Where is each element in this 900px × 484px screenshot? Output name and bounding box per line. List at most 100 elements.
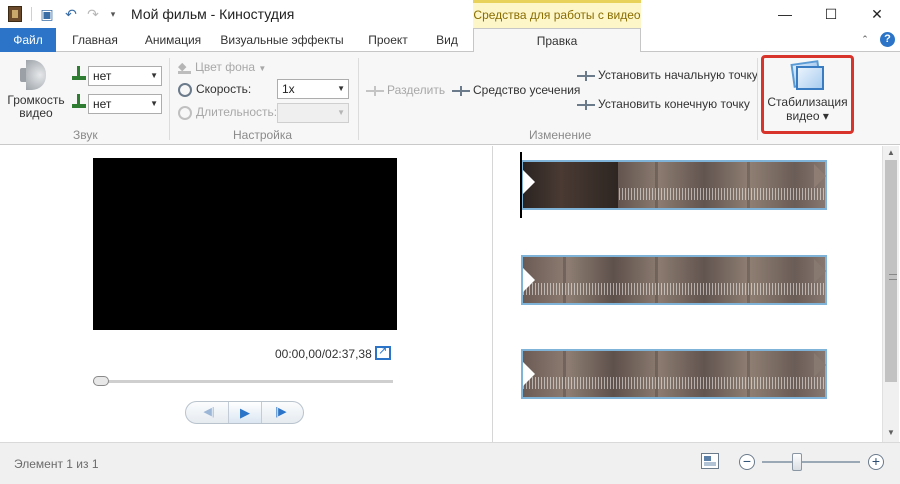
scroll-grip: [889, 274, 897, 280]
duration-label-row: Длительность:: [178, 105, 277, 120]
seek-bar[interactable]: [93, 380, 393, 383]
title-bar: ▣ ↶ ↷ ▾ Мой фильм - Киностудия Средства …: [0, 0, 900, 28]
maximize-button[interactable]: ☐: [808, 0, 854, 28]
minimize-button[interactable]: —: [762, 0, 808, 28]
video-stabilization-label-line1: Стабилизация: [767, 95, 848, 109]
trim-tool-button[interactable]: Средство усечения: [452, 83, 580, 97]
trim-tool-label: Средство усечения: [473, 83, 581, 97]
split-button: Разделить: [366, 83, 445, 97]
group-label-adjust: Настройка: [233, 128, 293, 142]
chevron-down-icon: ▼: [150, 71, 158, 80]
collapse-ribbon-button[interactable]: ⌃: [860, 34, 870, 44]
movie-maker-app-icon[interactable]: [8, 6, 22, 22]
group-label-sound: Звук: [73, 128, 98, 142]
chevron-down-icon: ▼: [258, 64, 267, 73]
chevron-down-icon: ▼: [150, 99, 158, 108]
redo-icon[interactable]: ↷: [84, 5, 102, 23]
clip-end-notch: [814, 164, 826, 188]
speed-select[interactable]: 1x ▼: [277, 79, 349, 99]
split-icon: [366, 85, 384, 96]
clip-start-notch: [523, 268, 535, 292]
group-separator: [358, 58, 359, 140]
next-frame-button[interactable]: |▶: [264, 402, 298, 423]
tab-edit[interactable]: Правка: [473, 28, 641, 53]
clip-start-notch: [523, 170, 535, 194]
chevron-down-icon: ▼: [337, 84, 345, 93]
scroll-up-arrow[interactable]: ▲: [883, 148, 899, 157]
selected-clip-first-frame: [523, 162, 618, 208]
play-button[interactable]: ▶: [228, 402, 262, 423]
video-preview[interactable]: [93, 158, 397, 330]
end-point-icon: [577, 99, 595, 110]
close-button[interactable]: ✕: [854, 0, 900, 28]
zoom-slider-track[interactable]: [762, 461, 860, 463]
ribbon-tab-row: Файл Главная Анимация Визуальные эффекты…: [0, 28, 900, 53]
fullscreen-preview-icon[interactable]: [375, 344, 391, 360]
tab-project[interactable]: Проект: [354, 28, 422, 52]
clip-start-notch: [523, 362, 535, 386]
stopwatch-icon: [178, 105, 192, 120]
duration-select: ▼: [277, 103, 349, 123]
tab-home[interactable]: Главная: [60, 28, 130, 52]
set-start-point-label: Установить начальную точку: [598, 68, 758, 82]
speed-label: Скорость:: [196, 82, 252, 96]
timecode: 00:00,00/02:37,38: [275, 347, 372, 361]
speed-value: 1x: [282, 82, 295, 96]
fade-out-select[interactable]: нет ▼: [88, 94, 162, 114]
storyboard-view-icon[interactable]: [701, 453, 719, 469]
undo-icon[interactable]: ↶: [62, 5, 80, 23]
storyboard-clip[interactable]: [521, 255, 827, 305]
fade-out-icon: [72, 94, 86, 108]
tab-animation[interactable]: Анимация: [134, 28, 212, 52]
set-start-point-button[interactable]: Установить начальную точку: [577, 68, 758, 82]
video-tools-context-header: Средства для работы с видео: [473, 0, 641, 28]
save-icon[interactable]: ▣: [38, 5, 56, 23]
seek-thumb[interactable]: [93, 376, 109, 386]
status-text: Элемент 1 из 1: [14, 457, 99, 471]
scroll-thumb[interactable]: [885, 160, 897, 382]
chevron-down-icon: ▼: [337, 108, 345, 117]
clip-end-notch: [814, 259, 826, 283]
clip-end-notch: [814, 353, 826, 377]
speedometer-icon: [178, 82, 192, 97]
quick-access-separator: [31, 7, 32, 21]
fade-in-select[interactable]: нет ▼: [88, 66, 162, 86]
zoom-in-button[interactable]: +: [868, 454, 884, 470]
scroll-down-arrow[interactable]: ▼: [883, 428, 899, 437]
set-end-point-label: Установить конечную точку: [598, 97, 750, 111]
group-label-edit: Изменение: [529, 128, 592, 142]
background-color-button: ◆ Цвет фона ▼: [178, 60, 266, 74]
split-label: Разделить: [387, 83, 446, 97]
group-separator: [757, 58, 758, 140]
tab-view[interactable]: Вид: [426, 28, 468, 52]
previous-frame-button[interactable]: ◀|: [192, 402, 226, 423]
customize-quick-access-button[interactable]: ▾: [104, 5, 122, 23]
status-bar: Элемент 1 из 1 − +: [0, 442, 900, 484]
storyboard-scrollbar[interactable]: ▲ ▼: [882, 146, 899, 442]
paint-bucket-icon: ◆: [178, 61, 191, 74]
video-volume-button-label[interactable]: Громкость видео: [6, 94, 66, 120]
video-stabilization-button[interactable]: Стабилизация видео ▾: [764, 95, 851, 123]
window-title: Мой фильм - Киностудия: [131, 6, 295, 22]
speaker-cone: [26, 60, 46, 90]
duration-label: Длительность:: [196, 105, 278, 119]
speaker-icon[interactable]: [20, 60, 48, 92]
background-color-label: Цвет фона: [195, 60, 256, 74]
zoom-out-button[interactable]: −: [739, 454, 755, 470]
video-stabilization-icon[interactable]: [796, 66, 824, 90]
set-end-point-button[interactable]: Установить конечную точку: [577, 97, 750, 111]
video-stabilization-label-line2: видео ▾: [786, 109, 829, 123]
speed-label-row: Скорость:: [178, 82, 251, 97]
tab-file[interactable]: Файл: [0, 28, 56, 52]
fade-out-value: нет: [93, 97, 112, 111]
help-icon[interactable]: ?: [880, 32, 895, 47]
trim-icon: [452, 85, 470, 96]
group-separator: [169, 58, 170, 140]
start-point-icon: [577, 70, 595, 81]
tab-visual-effects[interactable]: Визуальные эффекты: [218, 28, 346, 52]
storyboard-clip[interactable]: [521, 349, 827, 399]
playhead[interactable]: [520, 152, 522, 218]
fade-in-icon: [72, 66, 86, 80]
fade-in-value: нет: [93, 69, 112, 83]
zoom-slider-thumb[interactable]: [792, 453, 802, 471]
